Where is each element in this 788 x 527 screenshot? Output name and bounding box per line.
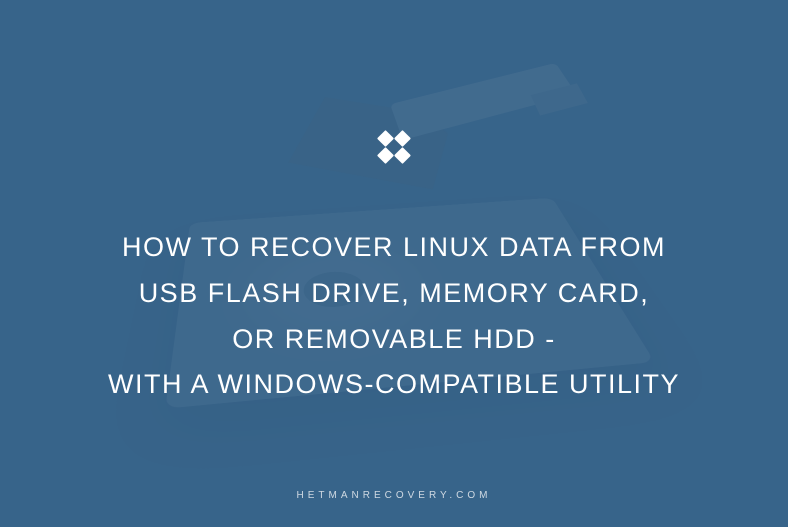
page-title: HOW TO RECOVER LINUX DATA FROM USB FLASH… [108, 225, 680, 409]
logo-icon [366, 119, 422, 175]
title-line-3: OR REMOVABLE HDD - [232, 324, 556, 354]
title-line-1: HOW TO RECOVER LINUX DATA FROM [122, 232, 666, 262]
main-content: HOW TO RECOVER LINUX DATA FROM USB FLASH… [0, 0, 788, 527]
title-line-2: USB FLASH DRIVE, MEMORY CARD, [139, 278, 650, 308]
hetman-logo-icon [366, 119, 422, 175]
title-line-4: WITH A WINDOWS-COMPATIBLE UTILITY [108, 369, 680, 399]
footer-url: HETMANRECOVERY.COM [0, 490, 788, 501]
